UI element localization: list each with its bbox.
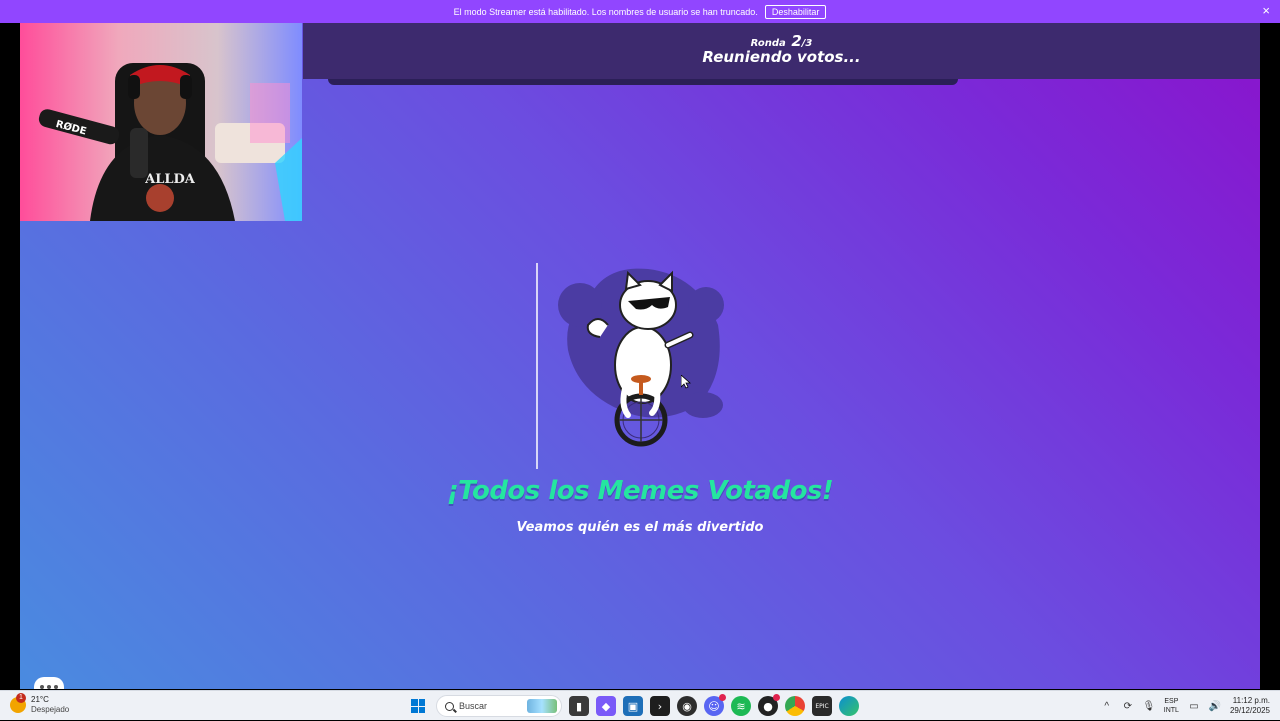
search-highlight-image xyxy=(527,699,557,713)
obs-icon[interactable]: ◉ xyxy=(677,696,697,716)
discord-icon[interactable]: ☺ xyxy=(704,694,726,716)
header-shadow xyxy=(328,79,958,85)
clock[interactable]: 11:12 p.m. 29/12/2025 xyxy=(1230,696,1270,716)
copilot-icon[interactable]: ◆ xyxy=(596,696,616,716)
weather-sun-icon: 1 xyxy=(10,693,26,713)
volume-icon[interactable]: 🔊 xyxy=(1209,700,1221,712)
edge-icon[interactable] xyxy=(839,696,859,716)
taskbar-search-box[interactable]: Buscar xyxy=(436,695,562,717)
round-status: Reuniendo votos... xyxy=(702,48,861,66)
webcam-overlay: ALLDA RØDE xyxy=(20,23,302,221)
taskbar: 1 21°C Despejado Buscar ▮ ◆ ▣ › ◉ ☺ ≋ ● … xyxy=(0,690,1280,720)
microphone-icon[interactable]: 🎙 xyxy=(1142,700,1155,712)
clock-time: 11:12 p.m. xyxy=(1232,696,1270,705)
weather-widget[interactable]: 1 21°C Despejado xyxy=(10,693,70,715)
chat-bubble-icon[interactable] xyxy=(34,677,64,689)
chevron-up-icon[interactable]: ^ xyxy=(1101,700,1113,712)
network-icon[interactable]: ▭ xyxy=(1188,700,1200,712)
cat-unicycle-illustration xyxy=(548,255,728,455)
search-icon xyxy=(445,701,454,711)
store-icon[interactable]: ▣ xyxy=(623,696,643,716)
weather-condition: Despejado xyxy=(31,705,70,714)
search-placeholder: Buscar xyxy=(459,701,488,711)
app-icon[interactable]: ● xyxy=(758,694,780,716)
streamer-mode-banner: El modo Streamer está habilitado. Los no… xyxy=(0,0,1280,23)
sync-icon[interactable]: ⟳ xyxy=(1122,700,1134,712)
vertical-divider xyxy=(536,263,538,469)
chrome-icon[interactable] xyxy=(785,696,805,716)
round-header: Ronda 2/3 Reuniendo votos... 1 xyxy=(303,23,1260,85)
all-memes-voted-heading: ¡Todos los Memes Votados! xyxy=(446,476,834,506)
disable-streamer-mode-button[interactable]: Deshabilitar xyxy=(764,4,827,19)
taskbar-apps: Buscar ▮ ◆ ▣ › ◉ ☺ ≋ ● EPIC xyxy=(407,694,859,717)
system-tray: ^ ⟳ 🎙 ESP INTL ▭ 🔊 11:12 p.m. 29/12/2025 xyxy=(1101,691,1280,721)
terminal-icon[interactable]: › xyxy=(650,696,670,716)
epic-games-icon[interactable]: EPIC xyxy=(812,696,832,716)
language-indicator[interactable]: ESP INTL xyxy=(1164,697,1179,715)
svg-text:ALLDA: ALLDA xyxy=(144,172,196,187)
file-explorer-icon[interactable]: ▮ xyxy=(569,696,589,716)
weather-temperature: 21°C xyxy=(31,695,49,704)
windows-start-icon[interactable] xyxy=(407,695,429,717)
spotify-icon[interactable]: ≋ xyxy=(731,696,751,716)
mouse-cursor-icon xyxy=(681,375,691,389)
weather-alert-badge: 1 xyxy=(16,693,26,703)
close-icon[interactable]: × xyxy=(1262,3,1270,18)
banner-message: El modo Streamer está habilitado. Los no… xyxy=(453,6,758,17)
clock-date: 29/12/2025 xyxy=(1229,706,1270,715)
funniest-subtitle: Veamos quién es el más divertido xyxy=(516,520,764,535)
game-viewport: Ronda 2/3 Reuniendo votos... 1 xyxy=(20,23,1260,689)
